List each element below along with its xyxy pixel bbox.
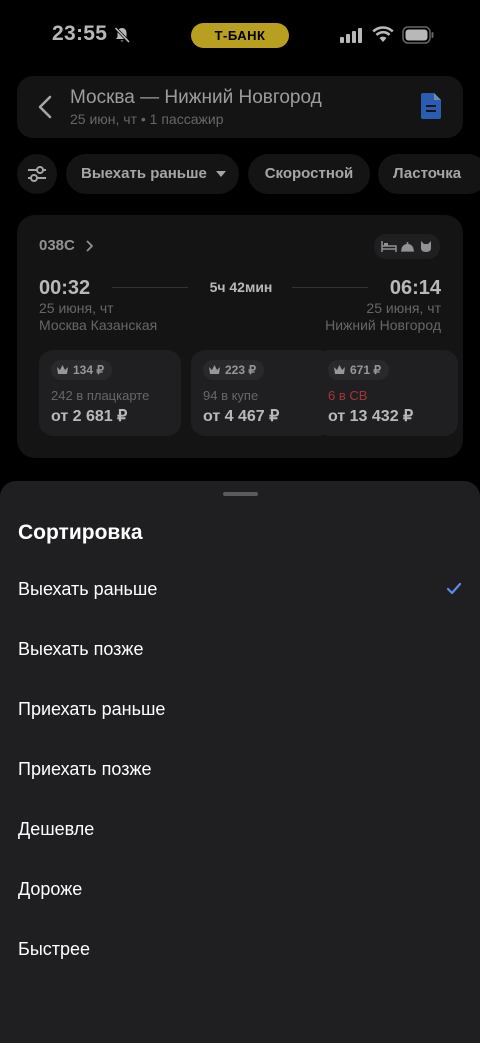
sort-option-label: Дешевле (18, 819, 95, 839)
sheet-title: Сортировка (18, 521, 143, 544)
sort-option-label: Быстрее (18, 939, 91, 959)
sort-option-label: Выехать позже (18, 639, 144, 659)
sort-option-arrive-late[interactable]: Приехать позже (0, 740, 480, 800)
sort-option-label: Приехать позже (18, 759, 152, 779)
sort-sheet: Сортировка Выехать раньше Выехать позже … (0, 481, 480, 1043)
sort-option-arrive-early[interactable]: Приехать раньше (0, 680, 480, 740)
sort-option-label: Выехать раньше (18, 579, 158, 599)
sort-option-faster[interactable]: Быстрее (0, 920, 480, 980)
sheet-grabber[interactable] (223, 492, 258, 496)
sort-option-pricier[interactable]: Дороже (0, 860, 480, 920)
sort-option-label: Дороже (18, 879, 83, 899)
sort-option-cheaper[interactable]: Дешевле (0, 800, 480, 860)
sort-option-depart-late[interactable]: Выехать позже (0, 620, 480, 680)
checkmark-icon (446, 582, 462, 595)
sort-option-depart-early[interactable]: Выехать раньше (0, 560, 480, 620)
sort-option-label: Приехать раньше (18, 699, 166, 719)
